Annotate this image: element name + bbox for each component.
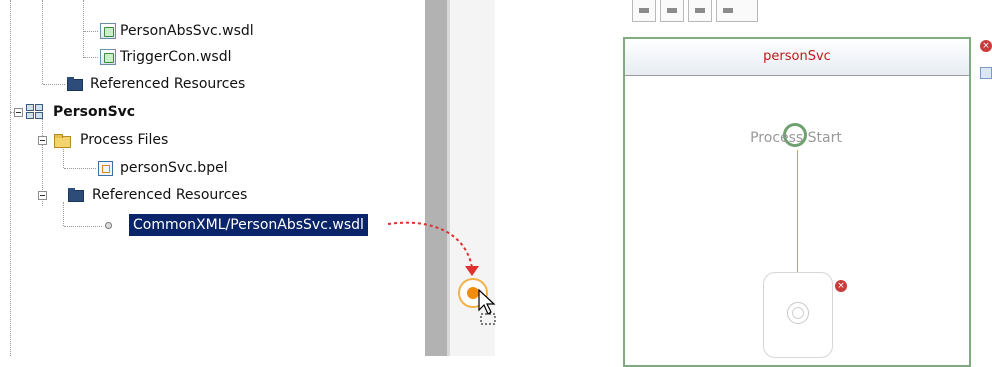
panel-splitter[interactable]: [425, 0, 447, 356]
collapse-toggle[interactable]: [38, 191, 47, 200]
collapse-toggle[interactable]: [14, 108, 23, 117]
tree-guide-line: [10, 0, 11, 356]
canvas-toolbar-button[interactable]: [632, 0, 656, 22]
tree-item-label-selected: CommonXML/PersonAbsSvc.wsdl: [129, 214, 368, 236]
error-badge-icon[interactable]: ×: [980, 40, 992, 52]
folder-open-icon: [54, 134, 71, 148]
reference-icon: [105, 222, 112, 229]
tree-item-label: TriggerCon.wsdl: [120, 49, 232, 65]
process-start-label: Process Start: [750, 130, 842, 146]
folder-icon: [67, 77, 83, 91]
tree-item-label: personSvc.bpel: [120, 160, 228, 176]
tree-guide-line: [84, 31, 98, 32]
error-badge-icon[interactable]: ×: [835, 280, 847, 292]
tree-guide-line: [64, 226, 102, 227]
tree-guide-line: [64, 168, 96, 169]
process-title[interactable]: personSvc: [625, 39, 969, 76]
wsdl-icon: [100, 23, 116, 39]
tree-item-label: Referenced Resources: [90, 76, 246, 92]
collapse-toggle[interactable]: [38, 136, 47, 145]
tree-guide-line: [83, 0, 84, 58]
wsdl-icon: [100, 49, 116, 65]
project-icon: [26, 104, 44, 120]
tree-guide-line: [42, 0, 43, 84]
tree-guide-line: [43, 84, 65, 85]
folder-icon: [68, 188, 84, 202]
book-icon[interactable]: [980, 67, 992, 79]
tree-guide-line: [84, 57, 98, 58]
canvas-toolbar-button[interactable]: [716, 0, 758, 22]
canvas-toolbar-button[interactable]: [688, 0, 712, 22]
tree-guide-line: [63, 146, 64, 168]
tree-item-label: PersonAbsSvc.wsdl: [120, 23, 254, 39]
tree-item-label: Process Files: [80, 132, 169, 148]
tree-item-label: PersonSvc: [53, 104, 136, 120]
drag-cursor-icon: [478, 288, 496, 325]
canvas-toolbar-button[interactable]: [660, 0, 684, 22]
placeholder-inner-circle: [792, 307, 804, 319]
project-tree-panel: PersonAbsSvc.wsdl TriggerCon.wsdl Refere…: [0, 0, 425, 356]
tree-item-label: Referenced Resources: [92, 187, 248, 203]
tree-guide-line: [63, 202, 64, 226]
bpel-file-icon: [98, 161, 113, 176]
